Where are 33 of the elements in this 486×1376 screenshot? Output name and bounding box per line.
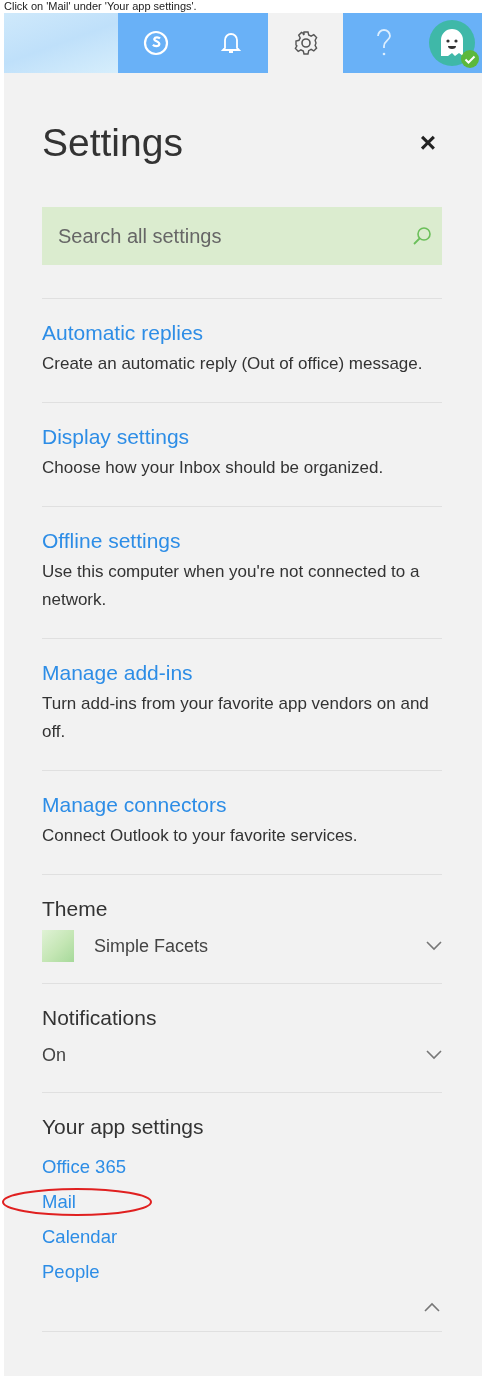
chevron-down-icon (426, 941, 442, 951)
settings-link[interactable]: Automatic replies (42, 319, 204, 347)
search-field[interactable]: Search all settings (42, 207, 442, 265)
settings-icon (292, 30, 319, 56)
search-icon (412, 226, 432, 246)
theme-swatch (42, 930, 74, 962)
app-settings-link[interactable]: Mail (42, 1191, 76, 1212)
bell-icon (219, 31, 242, 55)
settings-link[interactable]: Display settings (42, 423, 190, 451)
setting-description: Turn add-ins from your favorite app vendors on and off. (42, 693, 430, 743)
setting-label: Theme (42, 896, 109, 922)
settings-link[interactable]: Manage add-ins (42, 659, 193, 687)
instruction-caption: Click on 'Mail' under 'Your app settings'. (3, 0, 198, 13)
setting-description: Choose how your Inbox should be organized. (42, 457, 385, 479)
close-button[interactable]: × (413, 129, 442, 157)
help-icon (375, 29, 393, 57)
chevron-down-icon (426, 1050, 442, 1060)
section-heading: Your app settings (42, 1114, 205, 1140)
settings-link[interactable]: Manage connectors (42, 791, 227, 819)
notifications-dropdown[interactable]: On (42, 1038, 442, 1072)
setting-description: Use this computer when you're not connected to a network. (42, 561, 421, 611)
skype-icon (142, 30, 169, 56)
setting-description: Connect Outlook to your favorite services. (42, 825, 359, 847)
setting-description: Create an automatic reply (Out of office) message. (42, 353, 424, 375)
app-settings-link[interactable]: Office 365 (42, 1156, 126, 1177)
app-settings-link[interactable]: Calendar (42, 1226, 118, 1247)
app-settings-link[interactable]: People (42, 1261, 100, 1282)
panel-title: Settings (42, 121, 183, 165)
chevron-up-icon (424, 1301, 440, 1312)
settings-link[interactable]: Offline settings (42, 527, 181, 555)
avatar-icon[interactable] (428, 20, 475, 66)
setting-label: Notifications (42, 1005, 158, 1031)
theme-dropdown[interactable]: Simple Facets (42, 929, 442, 963)
